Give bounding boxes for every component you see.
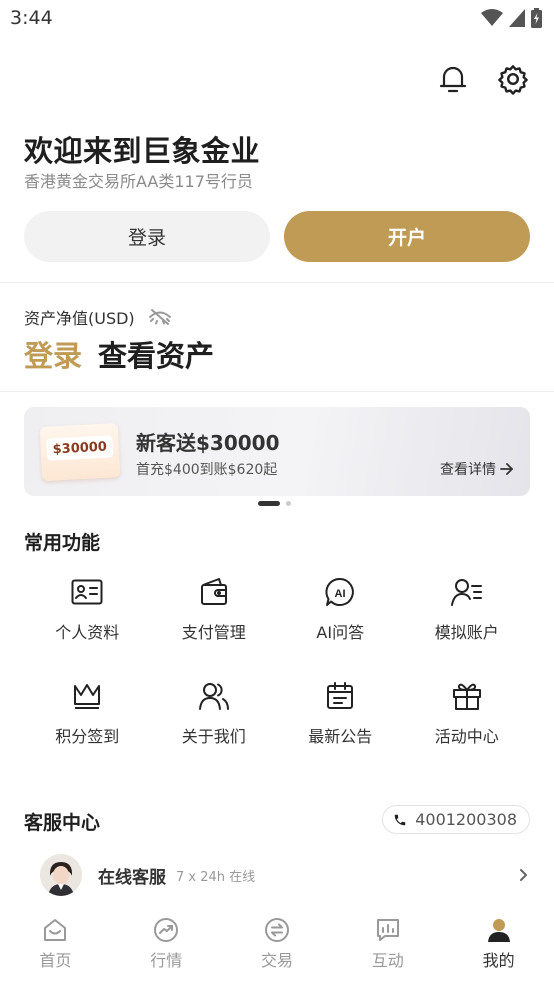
tab-label: 行情: [150, 951, 183, 970]
function-demo-account[interactable]: 模拟账户: [404, 575, 531, 643]
settings-gear-icon[interactable]: [496, 62, 530, 96]
banner-link-label: 查看详情: [440, 462, 496, 478]
function-label: 模拟账户: [434, 623, 499, 642]
function-label: 最新公告: [308, 727, 373, 746]
function-label: 支付管理: [181, 623, 246, 642]
phone-icon: [394, 814, 406, 825]
tab-home[interactable]: 首页: [0, 912, 111, 984]
home-icon: [44, 919, 67, 941]
pagination-dot-active: [258, 501, 280, 506]
function-activity-center[interactable]: 活动中心: [404, 679, 531, 747]
calendar-icon: [323, 679, 357, 713]
function-label: 积分签到: [55, 727, 120, 746]
chevron-right-icon: [520, 869, 527, 881]
function-label: AI问答: [316, 623, 365, 642]
user-list-icon: [450, 575, 484, 609]
arrow-right-icon: [500, 463, 513, 475]
service-agent-avatar: [40, 854, 82, 896]
function-ai-qa[interactable]: AI AI问答: [277, 575, 404, 643]
function-payment[interactable]: 支付管理: [151, 575, 278, 643]
online-service-hours: 7 x 24h 在线: [176, 869, 256, 885]
function-points-checkin[interactable]: 积分签到: [24, 679, 151, 747]
tab-interact[interactable]: 互动: [332, 912, 443, 984]
chat-chart-icon: [376, 919, 399, 941]
welcome-title: 欢迎来到巨象金业: [24, 134, 261, 168]
banner-details-link[interactable]: 查看详情: [440, 459, 514, 479]
online-service-row[interactable]: 在线客服 7 x 24h 在线: [24, 851, 530, 899]
banner-title: 新客送$30000: [136, 431, 280, 455]
profile-icon: [487, 919, 510, 942]
wallet-icon: [197, 575, 231, 609]
gift-icon: [450, 679, 484, 713]
assets-label: 资产净值(USD): [24, 309, 135, 328]
status-time: 3:44: [10, 7, 53, 29]
divider: [0, 282, 554, 283]
users-icon: [197, 679, 231, 713]
function-personal-info[interactable]: 个人资料: [24, 575, 151, 643]
service-title: 客服中心: [24, 812, 101, 834]
assets-main: 登录 查看资产: [24, 333, 214, 375]
function-about-us[interactable]: 关于我们: [151, 679, 278, 747]
id-card-icon: [70, 575, 104, 609]
function-label: 关于我们: [181, 727, 246, 746]
function-label: 活动中心: [434, 727, 499, 746]
banner-subtitle: 首充$400到账$620起: [136, 462, 278, 478]
wifi-icon: [481, 9, 503, 26]
assets-label-row: 资产净值(USD): [24, 305, 171, 329]
tab-mine[interactable]: 我的: [443, 912, 554, 984]
function-announcements[interactable]: 最新公告: [277, 679, 404, 747]
eye-off-icon[interactable]: [148, 308, 171, 326]
notification-bell-icon[interactable]: [436, 62, 470, 96]
assets-login-link[interactable]: 登录: [24, 333, 82, 375]
svg-text:AI: AI: [335, 588, 346, 600]
tab-label: 首页: [39, 951, 72, 970]
pagination-dot: [286, 501, 291, 506]
exchange-icon: [264, 918, 289, 942]
functions-title: 常用功能: [24, 532, 101, 554]
voucher-ticket-icon: $30000: [39, 422, 121, 482]
tab-label: 交易: [260, 951, 293, 970]
battery-icon: [531, 8, 542, 28]
welcome-subtitle: 香港黄金交易所AA类117号行员: [24, 172, 253, 191]
bottom-tab-bar: 首页 行情 交易 互动 我的: [0, 912, 554, 984]
ai-chat-icon: AI: [323, 575, 357, 609]
functions-grid: 个人资料 支付管理 AI AI问答 模拟账户 积分签到 关于我们 最新公告 活动…: [24, 575, 530, 747]
assets-view-link[interactable]: 查看资产: [98, 333, 214, 375]
service-phone-number: 4001200308: [415, 810, 517, 829]
status-icons: [481, 8, 542, 28]
trend-icon: [154, 918, 179, 942]
crown-icon: [70, 679, 104, 713]
promo-banner[interactable]: $30000 新客送$30000 首充$400到账$620起 查看详情: [24, 407, 530, 496]
tab-trade[interactable]: 交易: [222, 912, 333, 984]
tab-label: 互动: [371, 951, 404, 970]
login-button[interactable]: 登录: [24, 211, 270, 262]
function-label: 个人资料: [55, 623, 120, 642]
online-service-name: 在线客服: [98, 867, 166, 888]
service-phone-button[interactable]: 4001200308: [382, 805, 530, 834]
voucher-amount: $30000: [46, 435, 114, 461]
tab-label: 我的: [482, 951, 515, 970]
signal-icon: [509, 9, 525, 27]
tab-market[interactable]: 行情: [111, 912, 222, 984]
divider: [0, 391, 554, 392]
banner-pagination: [258, 501, 291, 506]
open-account-button[interactable]: 开户: [284, 211, 530, 262]
